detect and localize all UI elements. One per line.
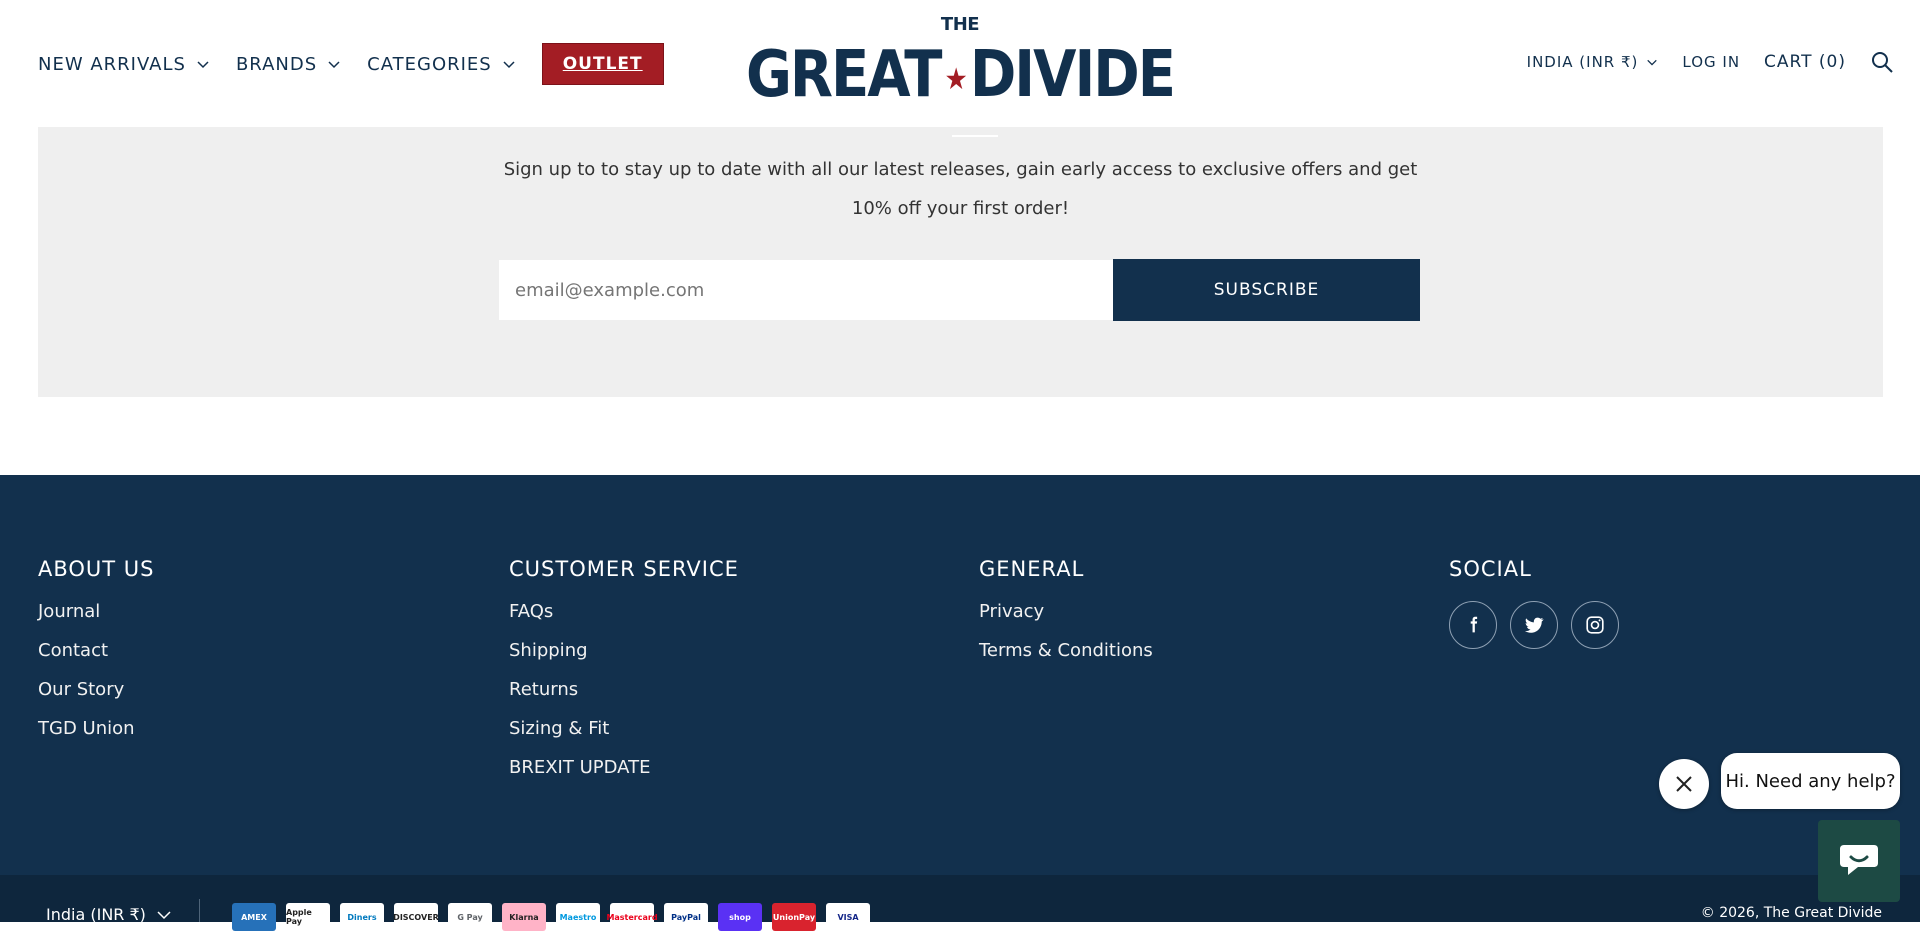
apple-pay-icon: Apple Pay [286,903,330,931]
newsletter-section: Sign up to to stay up to date with all o… [38,127,1883,397]
site-footer: ABOUT US Journal Contact Our Story TGD U… [0,475,1920,875]
klarna-icon: Klarna [502,903,546,931]
footer-social: SOCIAL [1449,557,1632,649]
shop-pay-icon: shop [718,903,762,931]
chevron-down-icon [1647,59,1658,66]
chat-message-bubble[interactable]: Hi. Need any help? [1721,753,1900,809]
site-header: NEW ARRIVALS BRANDS CATEGORIES OUTLET TH… [0,0,1920,127]
nav-categories-label: CATEGORIES [367,53,492,75]
nav-new-arrivals[interactable]: NEW ARRIVALS [38,54,210,75]
newsletter-text-line2: 10% off your first order! [851,198,1070,219]
footer-link-sizing[interactable]: Sizing & Fit [509,718,739,739]
logo-divide-text: DIVIDE [969,37,1176,112]
footer-link-tgd-union[interactable]: TGD Union [38,718,155,739]
mastercard-icon: Mastercard [606,903,658,931]
copyright-text: © 2026, The Great Divide [1700,905,1882,921]
footer-link-brexit[interactable]: BREXIT UPDATE [509,757,739,778]
currency-selector[interactable]: INDIA (INR ₹) [1527,53,1659,71]
social-links [1449,601,1632,649]
twitter-link[interactable] [1510,601,1558,649]
header-actions: INDIA (INR ₹) LOG IN CART (0) [1527,50,1894,74]
nav-new-arrivals-label: NEW ARRIVALS [38,53,186,75]
maestro-icon: Maestro [556,903,600,931]
facebook-link[interactable] [1449,601,1497,649]
footer-link-shipping[interactable]: Shipping [509,640,739,661]
currency-label: INDIA (INR ₹) [1526,53,1639,71]
discover-icon: DISCOVER [393,903,439,931]
login-link[interactable]: LOG IN [1682,53,1740,71]
logo-the-text: THE [940,14,980,35]
footer-link-terms[interactable]: Terms & Conditions [979,640,1153,661]
site-logo[interactable]: THE GREAT ★ DIVIDE [746,14,1176,114]
chat-bubble-icon [1840,845,1878,875]
footer-link-returns[interactable]: Returns [509,679,739,700]
main-nav: NEW ARRIVALS BRANDS CATEGORIES OUTLET [38,43,664,85]
footer-link-faqs[interactable]: FAQs [509,601,739,622]
subscribe-button[interactable]: SUBSCRIBE [1113,259,1420,321]
newsletter-text-line1: Sign up to to stay up to date with all o… [503,159,1418,180]
logo-great-text: GREAT [745,37,943,112]
divider [952,135,998,137]
nav-brands-label: BRANDS [235,53,318,75]
footer-currency-label: India (INR ₹) [46,905,146,924]
footer-link-privacy[interactable]: Privacy [979,601,1153,622]
chevron-down-icon [197,61,209,69]
divider [199,899,200,922]
footer-about: ABOUT US Journal Contact Our Story TGD U… [38,557,155,757]
cart-link[interactable]: CART (0) [1764,52,1846,72]
footer-link-journal[interactable]: Journal [38,601,155,622]
footer-general: GENERAL Privacy Terms & Conditions [979,557,1153,679]
footer-social-title: SOCIAL [1449,557,1532,581]
paypal-icon: PayPal [664,903,708,931]
footer-general-title: GENERAL [979,557,1085,581]
instagram-link[interactable] [1571,601,1619,649]
nav-brands[interactable]: BRANDS [236,54,341,75]
footer-bottom-bar: India (INR ₹) AMEX Apple Pay Diners DISC… [0,875,1920,931]
footer-about-title: ABOUT US [38,557,155,581]
facebook-icon [1470,616,1478,633]
twitter-icon [1524,617,1544,633]
visa-icon: VISA [826,903,870,931]
payment-icons: AMEX Apple Pay Diners DISCOVER G Pay Kla… [232,903,880,931]
star-icon: ★ [944,61,968,97]
chevron-down-icon [328,61,340,69]
chevron-down-icon [157,910,171,919]
nav-categories[interactable]: CATEGORIES [367,54,516,75]
footer-customer-service: CUSTOMER SERVICE FAQs Shipping Returns S… [509,557,739,796]
outlet-button[interactable]: OUTLET [541,43,664,85]
amex-icon: AMEX [232,903,276,931]
footer-currency-selector[interactable]: India (INR ₹) [46,905,172,924]
chat-close-button[interactable] [1659,759,1709,809]
email-field[interactable] [499,260,1113,320]
footer-service-title: CUSTOMER SERVICE [509,557,739,581]
google-pay-icon: G Pay [448,903,492,931]
unionpay-icon: UnionPay [772,903,816,931]
footer-link-our-story[interactable]: Our Story [38,679,155,700]
search-icon[interactable] [1870,50,1894,74]
chevron-down-icon [503,61,515,69]
chat-launcher-button[interactable] [1818,820,1900,902]
diners-icon: Diners [340,903,384,931]
logo-wordmark: GREAT ★ DIVIDE [746,37,1176,112]
footer-link-contact[interactable]: Contact [38,640,155,661]
instagram-icon [1586,616,1604,634]
close-icon [1676,776,1692,792]
